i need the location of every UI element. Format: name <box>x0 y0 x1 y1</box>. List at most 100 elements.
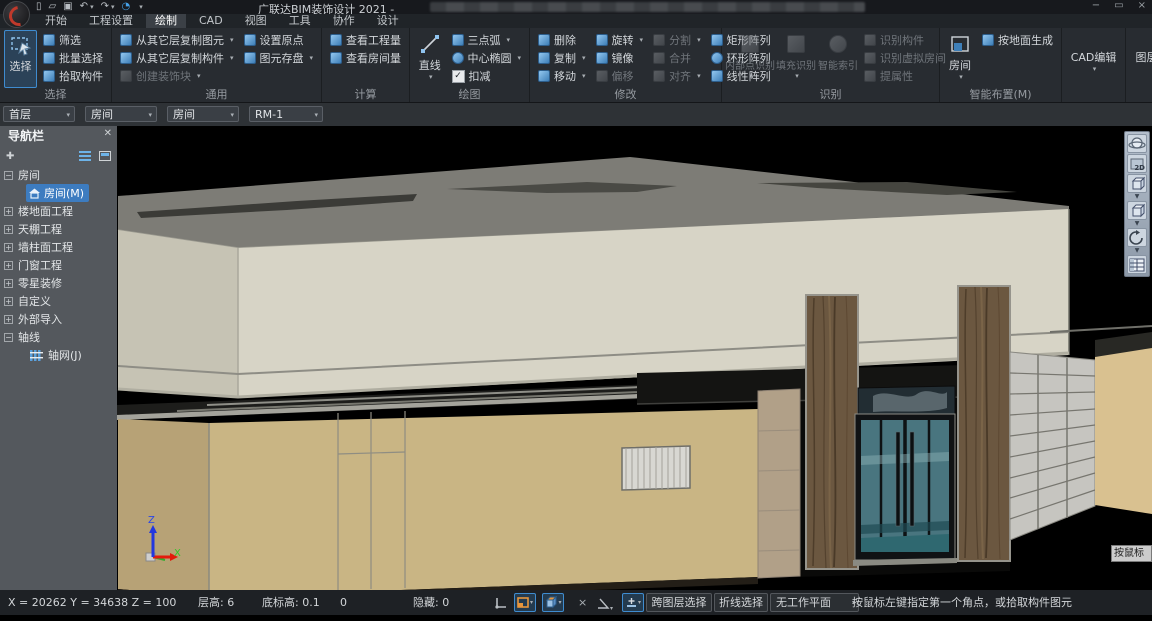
deduct-checkbox[interactable]: ✓扣减 <box>448 67 526 85</box>
copy-button[interactable]: 复制▾ <box>534 49 590 67</box>
filter-button[interactable]: 筛选 <box>39 31 107 49</box>
view-cube-alt-icon[interactable] <box>1127 201 1147 220</box>
fill-recognize-button[interactable]: 填充识别▾ <box>776 30 816 88</box>
element-select[interactable]: RM-1▾ <box>249 106 323 122</box>
collapse-icon[interactable]: − <box>4 171 13 180</box>
pick-component-button[interactable]: 拾取构件 <box>39 67 107 85</box>
set-origin-button[interactable]: 设置原点 <box>240 31 318 49</box>
expand-icon[interactable]: + <box>4 225 13 234</box>
smart-index-button[interactable]: 智能索引 <box>818 30 858 88</box>
align-button[interactable]: 对齐▾ <box>649 67 705 85</box>
workplane-select[interactable]: 无工作平面▾ <box>770 593 859 612</box>
delete-button[interactable]: 删除 <box>534 31 590 49</box>
cad-edit-button[interactable]: CAD编辑 ▾ <box>1066 30 1121 88</box>
recognize-virtual-room-button[interactable]: 识别虚拟房间 <box>860 49 950 67</box>
nav-item-ceiling-works[interactable]: +天棚工程 <box>0 220 117 238</box>
extract-properties-button[interactable]: 提属性 <box>860 67 950 85</box>
tab-draw[interactable]: 绘制 <box>146 14 186 28</box>
polyline-select-button[interactable]: 折线选择 <box>714 593 768 612</box>
model-viewport[interactable]: Z X 2D ▼ ▼ ▼ 按鼠标 <box>117 126 1152 590</box>
type-select[interactable]: 房间▾ <box>167 106 239 122</box>
room-tool-button[interactable]: 房间 ▾ <box>944 30 976 88</box>
angle-snap-icon[interactable]: ▾ <box>596 594 613 611</box>
split-button[interactable]: 分割▾ <box>649 31 705 49</box>
nav-item-custom[interactable]: +自定义 <box>0 292 117 310</box>
nav-item-external-import[interactable]: +外部导入 <box>0 310 117 328</box>
open-file-icon[interactable]: ▱ <box>49 1 57 12</box>
tab-collaborate[interactable]: 协作 <box>324 14 364 28</box>
qat-customize-icon[interactable]: ▾ <box>139 3 143 11</box>
ortho-icon[interactable] <box>494 594 508 611</box>
nav-item-axis-grid[interactable]: 轴网(J) <box>0 346 117 364</box>
floor-select[interactable]: 首层▾ <box>3 106 75 122</box>
select-tool-button[interactable]: 选择 <box>4 30 37 88</box>
tab-project-settings[interactable]: 工程设置 <box>80 14 142 28</box>
recognize-component-button[interactable]: 识别构件 <box>860 31 950 49</box>
expand-icon[interactable]: + <box>4 261 13 270</box>
view-quantities-button[interactable]: 查看工程量 <box>326 31 405 49</box>
app-logo-icon[interactable] <box>3 1 30 28</box>
copy-elements-from-layer-button[interactable]: 从其它层复制图元▾ <box>116 31 238 49</box>
rotate-view-icon[interactable] <box>1127 228 1147 247</box>
view-cube-icon[interactable] <box>1127 174 1147 193</box>
tab-tools[interactable]: 工具 <box>280 14 320 28</box>
cancel-icon[interactable]: × <box>578 590 587 615</box>
expand-icon[interactable]: + <box>4 297 13 306</box>
cross-layer-select-button[interactable]: 跨图层选择 <box>646 593 712 612</box>
new-file-icon[interactable]: ▯ <box>36 1 42 12</box>
save-element-button[interactable]: 图元存盘▾ <box>240 49 318 67</box>
nav-item-room-selected[interactable]: 房间(M) <box>0 184 117 202</box>
save-icon[interactable]: ▣ <box>63 1 72 12</box>
expand-icon[interactable]: + <box>4 243 13 252</box>
minimize-button[interactable]: − <box>1092 0 1100 11</box>
nav-item-floor-works[interactable]: +楼地面工程 <box>0 202 117 220</box>
view-room-quantities-button[interactable]: 查看房间量 <box>326 49 405 67</box>
rotate-button[interactable]: 旋转▾ <box>592 31 648 49</box>
tab-cad[interactable]: CAD <box>190 14 232 28</box>
tab-view[interactable]: 视图 <box>236 14 276 28</box>
pick-mode-icon[interactable]: ▾ <box>622 593 644 612</box>
schedule-table-icon[interactable] <box>1127 255 1147 274</box>
tab-start[interactable]: 开始 <box>36 14 76 28</box>
restore-button[interactable]: ▭ <box>1114 0 1123 11</box>
three-point-arc-button[interactable]: 三点弧▾ <box>448 31 526 49</box>
expand-icon[interactable]: + <box>4 279 13 288</box>
nav-item-misc-decoration[interactable]: +零星装修 <box>0 274 117 292</box>
chevron-down-icon[interactable]: ▼ <box>1135 194 1140 200</box>
nav-close-icon[interactable]: ✕ <box>104 128 112 139</box>
copy-components-from-layer-button[interactable]: 从其它层复制构件▾ <box>116 49 238 67</box>
line-dropdown-icon[interactable]: ▾ <box>429 73 433 81</box>
nav-item-door-window-works[interactable]: +门窗工程 <box>0 256 117 274</box>
panel-view-icon[interactable] <box>99 151 111 161</box>
merge-button[interactable]: 合并 <box>649 49 705 67</box>
layer-management-button[interactable]: 图层管理 ▾ <box>1130 30 1152 88</box>
expand-icon[interactable]: + <box>4 207 13 216</box>
room-dropdown-icon[interactable]: ▾ <box>959 73 963 81</box>
chevron-down-icon[interactable]: ▼ <box>1135 248 1140 254</box>
move-button[interactable]: 移动▾ <box>534 67 590 85</box>
batch-select-button[interactable]: 批量选择 <box>39 49 107 67</box>
tab-design[interactable]: 设计 <box>368 14 408 28</box>
nav-item-axis-group[interactable]: −轴线 <box>0 328 117 346</box>
offset-button[interactable]: 偏移 <box>592 67 648 85</box>
render-style-icon[interactable]: ▾ <box>542 593 564 612</box>
collapse-icon[interactable]: − <box>4 333 13 342</box>
view-2d-button[interactable]: 2D <box>1127 154 1147 173</box>
nav-item-wall-column-works[interactable]: +墙柱面工程 <box>0 238 117 256</box>
expand-icon[interactable]: + <box>4 315 13 324</box>
pin-icon[interactable]: ✚ <box>6 151 14 162</box>
close-button[interactable]: × <box>1138 0 1146 11</box>
redo-icon[interactable]: ↷▾ <box>101 1 115 12</box>
undo-icon[interactable]: ↶▾ <box>80 1 94 12</box>
viewport-mode-icon[interactable]: ▾ <box>514 593 536 612</box>
nav-item-room-group[interactable]: −房间 <box>0 166 117 184</box>
chevron-down-icon[interactable]: ▼ <box>1135 221 1140 227</box>
cad-edit-dropdown-icon[interactable]: ▾ <box>1093 65 1097 73</box>
create-decor-block-button[interactable]: 创建装饰块▾ <box>116 67 238 85</box>
generate-by-floor-button[interactable]: 按地面生成 <box>978 31 1057 49</box>
category-select[interactable]: 房间▾ <box>85 106 157 122</box>
mirror-button[interactable]: 镜像 <box>592 49 648 67</box>
list-view-icon[interactable] <box>79 151 91 161</box>
center-ellipse-button[interactable]: 中心椭圆▾ <box>448 49 526 67</box>
orbit-icon[interactable] <box>1127 134 1147 153</box>
